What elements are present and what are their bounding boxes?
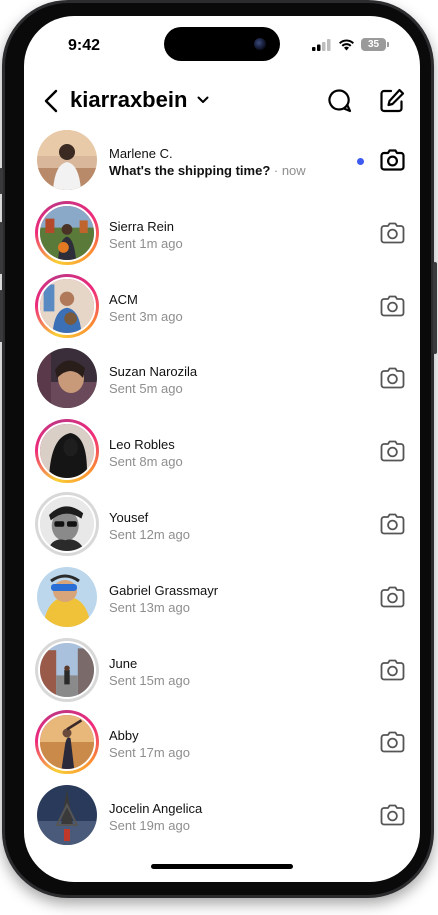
battery-indicator: 35 bbox=[361, 38, 389, 51]
camera-icon[interactable] bbox=[380, 148, 405, 172]
camera-icon[interactable] bbox=[380, 512, 405, 536]
cellular-signal-icon bbox=[312, 38, 331, 51]
dynamic-island bbox=[164, 27, 280, 61]
header: kiarraxbein bbox=[24, 82, 420, 122]
camera-icon[interactable] bbox=[380, 294, 405, 318]
screen: 9:42 35 kiarraxbein Marlene C. What's th… bbox=[24, 16, 420, 882]
avatar[interactable] bbox=[35, 783, 99, 847]
camera-icon[interactable] bbox=[380, 803, 405, 827]
avatar[interactable] bbox=[35, 346, 99, 410]
front-camera bbox=[254, 38, 266, 50]
message-preview: What's the shipping time? · now bbox=[109, 163, 306, 178]
action-button bbox=[0, 168, 3, 194]
contact-name: June bbox=[109, 655, 138, 671]
contact-name: Marlene C. bbox=[109, 146, 173, 161]
message-status: Sent 13m ago bbox=[109, 599, 190, 615]
avatar[interactable] bbox=[35, 128, 99, 192]
unread-dot bbox=[357, 158, 364, 165]
contact-name: Gabriel Grassmayr bbox=[109, 582, 219, 598]
contact-name: Yousef bbox=[109, 509, 149, 525]
message-row[interactable]: June Sent 15m ago bbox=[24, 634, 420, 707]
avatar[interactable] bbox=[35, 491, 99, 556]
message-row[interactable]: Marlene C. What's the shipping time? · n… bbox=[24, 124, 420, 197]
camera-icon[interactable] bbox=[380, 730, 405, 754]
message-status: Sent 1m ago bbox=[109, 235, 183, 251]
avatar[interactable] bbox=[35, 200, 99, 265]
message-row[interactable]: Abby Sent 17m ago bbox=[24, 706, 420, 779]
volume-up-button bbox=[0, 222, 3, 274]
message-row[interactable]: Sierra Rein Sent 1m ago bbox=[24, 197, 420, 270]
chevron-down-icon[interactable] bbox=[196, 93, 210, 107]
compose-icon[interactable] bbox=[378, 87, 406, 115]
message-row[interactable]: Suzan Narozila Sent 5m ago bbox=[24, 342, 420, 415]
camera-icon[interactable] bbox=[380, 658, 405, 682]
message-status: Sent 15m ago bbox=[109, 672, 190, 688]
message-status: Sent 5m ago bbox=[109, 381, 183, 397]
camera-icon[interactable] bbox=[380, 439, 405, 463]
avatar[interactable] bbox=[35, 565, 99, 629]
message-status: Sent 3m ago bbox=[109, 308, 183, 324]
home-indicator[interactable] bbox=[151, 864, 293, 869]
chevron-left-icon[interactable] bbox=[40, 87, 64, 115]
status-time: 9:42 bbox=[68, 37, 101, 54]
message-time: now bbox=[281, 163, 306, 178]
message-row[interactable]: Yousef Sent 12m ago bbox=[24, 488, 420, 561]
avatar[interactable] bbox=[35, 637, 99, 702]
camera-icon[interactable] bbox=[380, 585, 405, 609]
message-list: Marlene C. What's the shipping time? · n… bbox=[24, 124, 420, 852]
message-status: Sent 8m ago bbox=[109, 454, 183, 470]
contact-name: Abby bbox=[109, 728, 139, 744]
message-status: Sent 17m ago bbox=[109, 745, 190, 761]
contact-name: ACM bbox=[109, 291, 138, 307]
volume-down-button bbox=[0, 290, 3, 342]
message-row[interactable]: Jocelin Angelica Sent 19m ago bbox=[24, 779, 420, 852]
message-row[interactable]: ACM Sent 3m ago bbox=[24, 270, 420, 343]
avatar[interactable] bbox=[35, 419, 99, 484]
message-status: Sent 12m ago bbox=[109, 526, 190, 542]
status-icons: 35 bbox=[312, 38, 389, 51]
message-status: Sent 19m ago bbox=[109, 818, 190, 834]
contact-name: Leo Robles bbox=[109, 437, 175, 453]
camera-icon[interactable] bbox=[380, 366, 405, 390]
search-icon[interactable] bbox=[326, 87, 354, 115]
wifi-icon bbox=[339, 39, 354, 51]
message-row[interactable]: Gabriel Grassmayr Sent 13m ago bbox=[24, 561, 420, 634]
camera-icon[interactable] bbox=[380, 221, 405, 245]
contact-name: Sierra Rein bbox=[109, 218, 175, 234]
avatar[interactable] bbox=[35, 710, 99, 775]
avatar[interactable] bbox=[35, 273, 99, 338]
power-button bbox=[433, 262, 437, 354]
contact-name: Suzan Narozila bbox=[109, 364, 198, 380]
account-username[interactable]: kiarraxbein bbox=[70, 87, 187, 113]
phone-frame: 9:42 35 kiarraxbein Marlene C. What's th… bbox=[0, 0, 437, 898]
message-row[interactable]: Leo Robles Sent 8m ago bbox=[24, 415, 420, 488]
contact-name: Jocelin Angelica bbox=[109, 801, 203, 817]
